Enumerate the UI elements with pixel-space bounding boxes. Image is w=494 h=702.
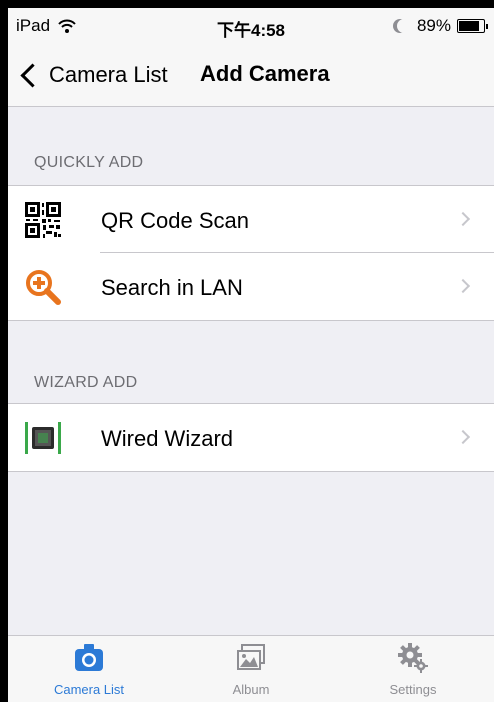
chevron-right-icon bbox=[455, 429, 471, 445]
tab-camera-list[interactable]: Camera List bbox=[8, 636, 170, 702]
device-frame-left bbox=[0, 0, 8, 702]
page-title: Add Camera bbox=[200, 61, 330, 86]
battery-icon bbox=[457, 19, 488, 33]
row-search-in-lan[interactable]: Search in LAN bbox=[8, 253, 494, 320]
tab-label: Settings bbox=[389, 682, 437, 697]
screen: iPad 下午4:58 89% Camera List Add Camera Q… bbox=[8, 8, 494, 702]
tab-settings[interactable]: Settings bbox=[332, 636, 494, 702]
status-bar: iPad 下午4:58 89% bbox=[8, 8, 494, 42]
row-label: Wired Wizard bbox=[101, 426, 234, 451]
device-frame-top bbox=[0, 0, 494, 8]
chevron-left-icon bbox=[20, 62, 45, 88]
qr-code-icon bbox=[25, 202, 61, 238]
section-header-quickly-add: QUICKLY ADD bbox=[34, 154, 144, 171]
camera-icon bbox=[75, 644, 103, 671]
tab-label: Camera List bbox=[53, 682, 125, 697]
back-button[interactable]: Camera List bbox=[18, 62, 168, 88]
row-label: QR Code Scan bbox=[101, 208, 249, 233]
row-qr-code-scan[interactable]: QR Code Scan bbox=[8, 186, 494, 253]
tab-label: Album bbox=[232, 682, 270, 697]
chevron-right-icon bbox=[455, 211, 471, 227]
row-wired-wizard[interactable]: Wired Wizard bbox=[8, 404, 494, 471]
gear-icon bbox=[398, 643, 428, 673]
moon-icon bbox=[397, 19, 411, 33]
nav-bar: Camera List Add Camera bbox=[8, 42, 494, 107]
tab-album[interactable]: Album bbox=[170, 636, 332, 702]
wizard-add-group: Wired Wizard bbox=[8, 403, 494, 472]
section-header-wizard-add: WIZARD ADD bbox=[34, 374, 138, 391]
battery-percent: 89% bbox=[416, 16, 451, 35]
album-icon bbox=[237, 644, 265, 670]
back-button-label: Camera List bbox=[49, 62, 168, 87]
tab-bar: Camera List Album Settings bbox=[8, 635, 494, 702]
chevron-right-icon bbox=[455, 278, 471, 294]
search-plus-icon bbox=[26, 270, 61, 305]
wired-wizard-icon bbox=[25, 422, 61, 454]
row-label: Search in LAN bbox=[101, 275, 243, 300]
quickly-add-group: QR Code Scan Search in LAN bbox=[8, 185, 494, 321]
